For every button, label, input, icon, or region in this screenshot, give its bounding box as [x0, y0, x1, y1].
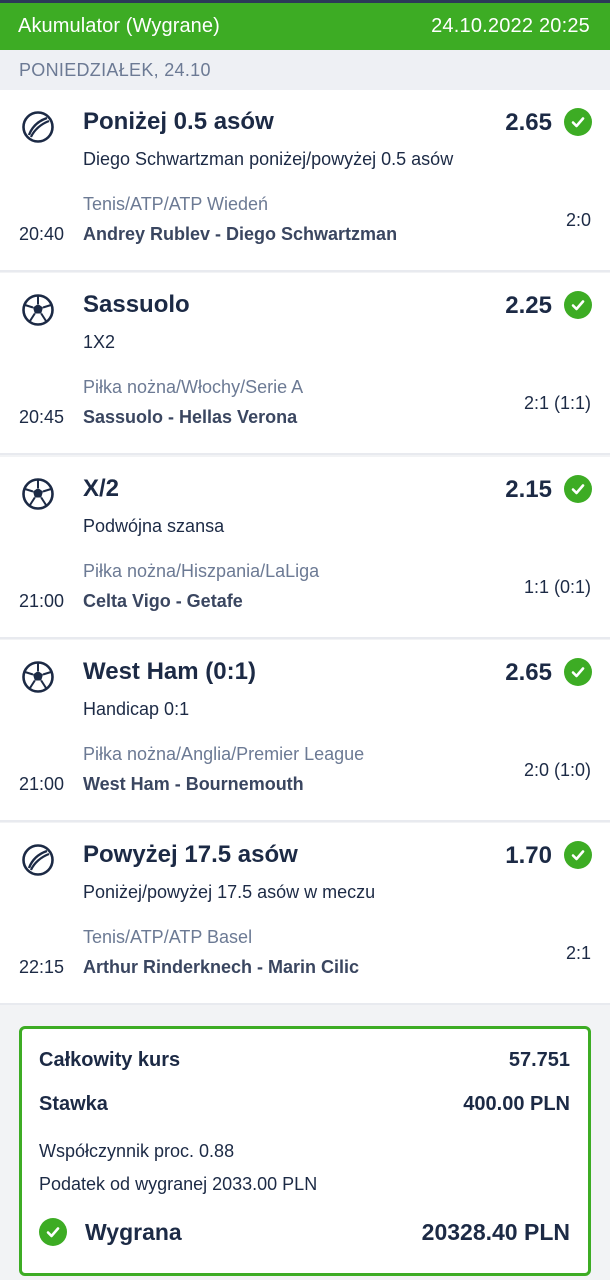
bet-item[interactable]: West Ham (0:1) 2.65 Handicap 0:1 Piłka nożn… — [0, 640, 610, 822]
bet-odds: 2.65 — [505, 109, 552, 136]
bet-teams: Arthur Rinderknech - Marin Cilic — [83, 957, 360, 977]
coefficient-text: Współczynnik proc. 0.88 — [39, 1141, 235, 1161]
check-icon — [39, 1218, 67, 1246]
summary-card: Całkowity kurs 57.751 Stawka 400.00 PLN … — [19, 1026, 591, 1276]
bet-score: 2:0 (1:0) — [523, 760, 591, 780]
bet-league: Piłka nożna/Włochy/Serie A — [83, 377, 304, 397]
stake-label: Stawka — [39, 1093, 108, 1115]
bet-league: Piłka nożna/Hiszpania/LaLiga — [83, 561, 320, 581]
bet-odds: 2.15 — [505, 476, 552, 503]
tennis-ball-icon — [21, 843, 55, 877]
bet-market: Poniżej/powyżej 17.5 asów w meczu — [83, 882, 376, 902]
tennis-ball-icon — [21, 110, 55, 144]
bet-score: 2:1 (1:1) — [523, 393, 591, 413]
bet-time: 20:40 — [19, 224, 65, 244]
bet-item[interactable]: Poniżej 0.5 asów 2.65 Diego Schwartzman po… — [0, 90, 610, 272]
bet-item[interactable]: Powyżej 17.5 asów 1.70 Poniżej/powyżej 17.… — [0, 823, 610, 1005]
bet-pick: Powyżej 17.5 asów — [83, 841, 298, 868]
bet-score: 2:1 — [565, 943, 591, 963]
bet-pick: West Ham (0:1) — [83, 658, 256, 685]
bet-teams: Sassuolo - Hellas Verona — [83, 407, 298, 427]
header-bar: Akumulator (Wygrane) 24.10.2022 20:25 — [0, 0, 610, 50]
coefficient-row: Współczynnik proc. 0.88 — [39, 1141, 570, 1162]
total-odds-label: Całkowity kurs — [39, 1049, 181, 1071]
bet-teams: West Ham - Bournemouth — [83, 774, 304, 794]
stake-row: Stawka 400.00 PLN — [39, 1093, 570, 1116]
bet-score: 1:1 (0:1) — [523, 577, 591, 597]
total-odds-value: 57.751 — [508, 1049, 570, 1071]
check-icon — [564, 658, 592, 686]
bet-pick: Poniżej 0.5 asów — [83, 108, 274, 135]
bet-time: 20:45 — [19, 407, 65, 427]
bet-league: Tenis/ATP/ATP Basel — [83, 927, 253, 947]
soccer-ball-icon — [21, 477, 55, 511]
win-amount: 20328.40 PLN — [421, 1218, 570, 1245]
bet-score: 2:0 — [565, 210, 591, 230]
tax-row: Podatek od wygranej 2033.00 PLN — [39, 1174, 570, 1195]
check-icon — [564, 108, 592, 136]
stake-value: 400.00 PLN — [463, 1093, 570, 1115]
day-header: PONIEDZIAŁEK, 24.10 — [0, 50, 610, 90]
coupon-title: Akumulator (Wygrane) — [18, 15, 220, 37]
bet-market: Podwójna szansa — [83, 516, 225, 536]
bet-odds: 1.70 — [505, 842, 552, 869]
summary-section: Całkowity kurs 57.751 Stawka 400.00 PLN … — [0, 1006, 610, 1280]
win-label: Wygrana — [85, 1218, 182, 1245]
tax-text: Podatek od wygranej 2033.00 PLN — [39, 1174, 318, 1194]
bet-league: Tenis/ATP/ATP Wiedeń — [83, 194, 269, 214]
bet-time: 21:00 — [19, 774, 65, 794]
soccer-ball-icon — [21, 293, 55, 327]
bet-market: Handicap 0:1 — [83, 699, 190, 719]
bet-market: Diego Schwartzman poniżej/powyżej 0.5 as… — [83, 149, 454, 169]
coupon-datetime: 24.10.2022 20:25 — [431, 15, 590, 37]
bet-league: Piłka nożna/Anglia/Premier League — [83, 744, 365, 764]
bet-item[interactable]: X/2 2.15 Podwójna szansa Piłka nożna/Hiszpa… — [0, 457, 610, 639]
bet-market: 1X2 — [83, 332, 116, 352]
check-icon — [564, 291, 592, 319]
bet-odds: 2.65 — [505, 659, 552, 686]
bet-time: 21:00 — [19, 591, 65, 611]
soccer-ball-icon — [21, 660, 55, 694]
bet-teams: Celta Vigo - Getafe — [83, 591, 243, 611]
bet-pick: Sassuolo — [83, 291, 190, 318]
total-odds-row: Całkowity kurs 57.751 — [39, 1049, 570, 1072]
bet-time: 22:15 — [19, 957, 65, 977]
bet-pick: X/2 — [83, 475, 120, 502]
check-icon — [564, 841, 592, 869]
bet-item[interactable]: Sassuolo 2.25 1X2 Piłka nożna/Włochy/Serie … — [0, 273, 610, 455]
bet-odds: 2.25 — [505, 292, 552, 319]
win-row: Wygrana 20328.40 PLN — [39, 1218, 570, 1246]
bet-teams: Andrey Rublev - Diego Schwartzman — [83, 224, 398, 244]
check-icon — [564, 475, 592, 503]
